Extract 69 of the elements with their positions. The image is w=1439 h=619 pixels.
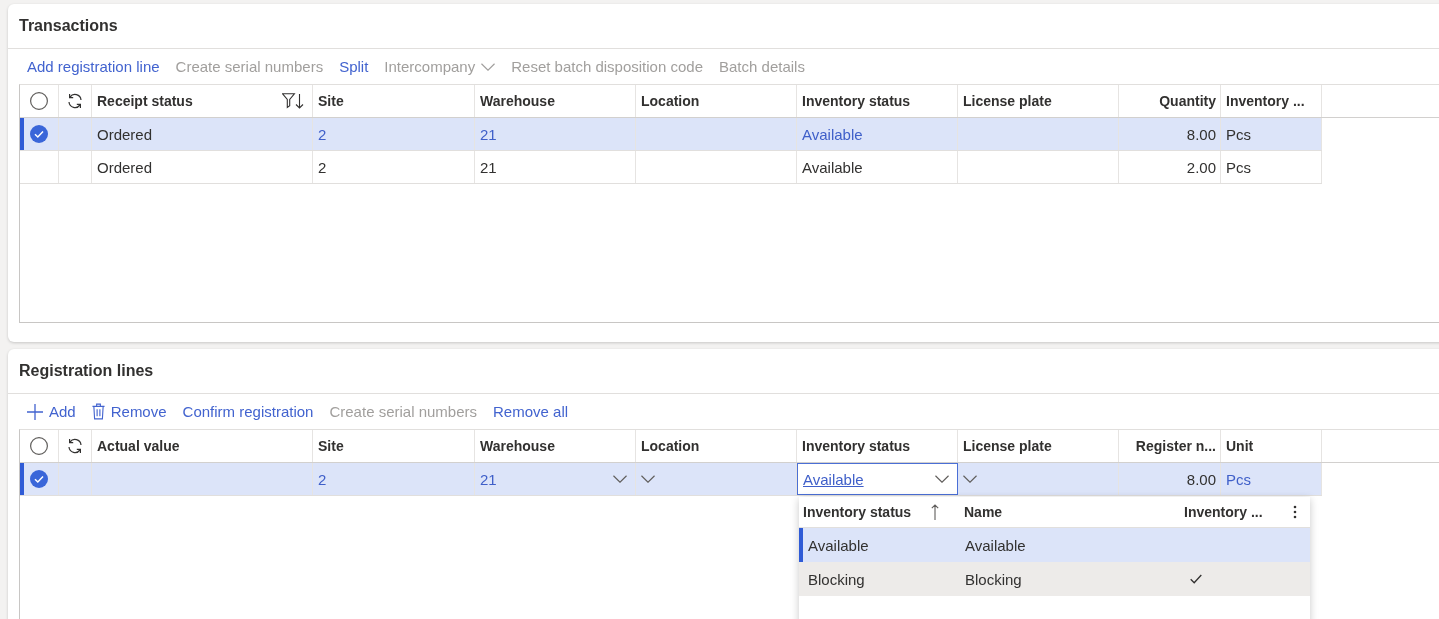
checked-circle-icon[interactable] bbox=[30, 125, 48, 143]
grid-row[interactable]: Ordered 2 21 Available 8.00 Pcs bbox=[20, 118, 1322, 151]
column-header[interactable]: Site bbox=[313, 430, 475, 462]
table-cell: Ordered bbox=[92, 118, 313, 150]
trash-icon bbox=[91, 403, 105, 420]
refresh-icon[interactable] bbox=[67, 93, 83, 109]
chevron-down-icon bbox=[613, 475, 627, 483]
toolbar-button[interactable]: Remove all bbox=[485, 396, 577, 427]
table-cell[interactable]: 2 bbox=[313, 118, 475, 150]
column-header[interactable]: Inventory status bbox=[799, 497, 944, 527]
table-cell: 2 bbox=[313, 151, 475, 183]
table-cell: Ordered bbox=[92, 151, 313, 183]
table-cell: Pcs bbox=[1221, 118, 1322, 150]
column-header[interactable]: Warehouse bbox=[475, 85, 636, 117]
column-header[interactable]: Register n... bbox=[1119, 430, 1221, 462]
toolbar-button[interactable]: Confirm registration bbox=[174, 396, 322, 427]
chevron-down-icon bbox=[935, 475, 949, 483]
column-header[interactable]: Inventory status bbox=[797, 430, 958, 462]
select-all-checkbox[interactable] bbox=[30, 437, 48, 455]
table-cell: Pcs bbox=[1221, 151, 1322, 183]
column-header[interactable]: Actual value bbox=[92, 430, 313, 462]
lookup-row[interactable]: Available Available bbox=[799, 528, 1310, 562]
status-text: Blocking bbox=[808, 570, 865, 588]
column-header[interactable]: License plate bbox=[958, 430, 1119, 462]
status-text: Available bbox=[808, 536, 869, 554]
name-text: Available bbox=[965, 536, 1026, 554]
lookup-row[interactable]: Blocking Blocking bbox=[799, 562, 1310, 596]
column-header[interactable]: Location bbox=[636, 430, 797, 462]
chevron-down-icon bbox=[963, 475, 977, 483]
section-title: Transactions bbox=[19, 16, 118, 36]
column-header[interactable]: Name bbox=[960, 497, 1007, 527]
column-header[interactable]: Inventory ... bbox=[1221, 85, 1322, 117]
column-header[interactable]: Site bbox=[313, 85, 475, 117]
column-header[interactable]: License plate bbox=[958, 85, 1119, 117]
table-cell[interactable]: 2 bbox=[313, 463, 475, 495]
table-cell: 2.00 bbox=[1119, 151, 1221, 183]
grid-row[interactable]: Ordered 2 21 Available 2.00 Pcs bbox=[20, 151, 1322, 184]
table-cell: Available bbox=[797, 151, 958, 183]
dropdown-field[interactable]: Available bbox=[797, 463, 958, 495]
chevron-down-icon bbox=[641, 475, 655, 483]
toolbar-button[interactable]: Split bbox=[331, 51, 377, 82]
checked-circle-icon[interactable] bbox=[30, 470, 48, 488]
dropdown-field[interactable]: 21 bbox=[475, 463, 636, 495]
select-all-checkbox[interactable] bbox=[30, 92, 48, 110]
more-options-icon[interactable] bbox=[1293, 505, 1297, 519]
column-header[interactable]: Receipt status bbox=[92, 85, 313, 117]
grid-row[interactable]: 2 21 Available 8.00 Pcs bbox=[20, 463, 1322, 496]
table-cell[interactable]: Pcs bbox=[1221, 463, 1322, 495]
toolbar-button[interactable]: Add bbox=[19, 396, 84, 427]
table-cell[interactable]: 21 bbox=[475, 118, 636, 150]
toolbar-button[interactable]: Add registration line bbox=[19, 51, 168, 82]
table-cell: 21 bbox=[475, 151, 636, 183]
column-header[interactable]: Unit bbox=[1221, 430, 1322, 462]
refresh-icon[interactable] bbox=[67, 438, 83, 454]
section-title: Registration lines bbox=[19, 361, 154, 381]
plus-icon bbox=[27, 403, 43, 420]
column-header[interactable]: Warehouse bbox=[475, 430, 636, 462]
table-cell[interactable]: Available bbox=[797, 118, 958, 150]
chevron-down-icon bbox=[481, 62, 496, 71]
arrow-up-icon bbox=[931, 504, 940, 520]
name-text: Blocking bbox=[965, 570, 1022, 588]
column-header[interactable]: Location bbox=[636, 85, 797, 117]
table-cell: 8.00 bbox=[1119, 463, 1221, 495]
filter-sort-icon bbox=[282, 93, 304, 109]
column-header[interactable]: Inventory status bbox=[797, 85, 958, 117]
toolbar-button[interactable]: Remove bbox=[83, 396, 175, 427]
table-cell: 8.00 bbox=[1119, 118, 1221, 150]
column-header[interactable]: Quantity bbox=[1119, 85, 1221, 117]
column-header[interactable]: Inventory ... bbox=[1180, 497, 1267, 527]
